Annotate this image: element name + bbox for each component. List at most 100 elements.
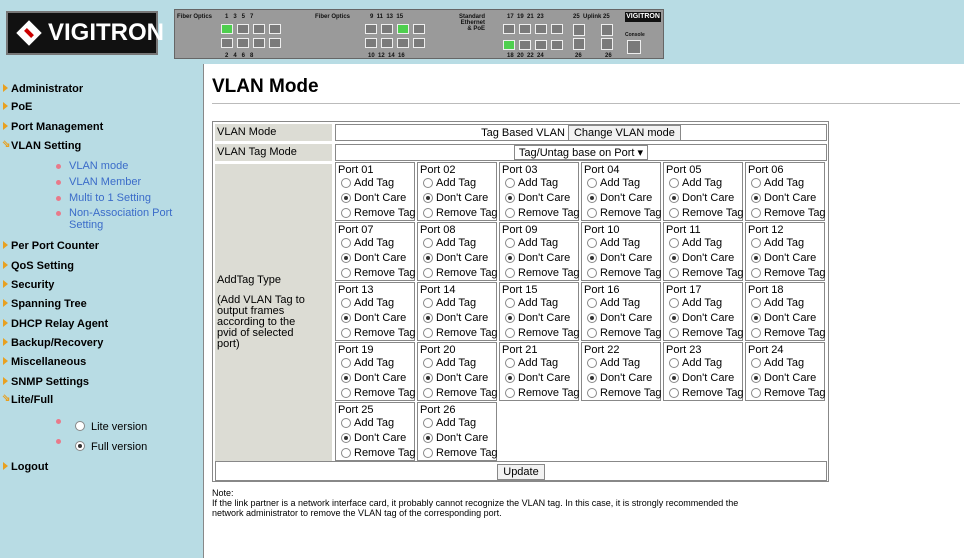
tag-option-add-tag[interactable]: Add Tag bbox=[751, 357, 804, 369]
radio-button[interactable] bbox=[669, 253, 679, 264]
radio-button[interactable] bbox=[341, 358, 351, 369]
radio-button[interactable] bbox=[669, 358, 679, 369]
radio-button[interactable] bbox=[423, 388, 433, 399]
radio-button[interactable] bbox=[423, 433, 433, 444]
radio-button[interactable] bbox=[423, 298, 433, 309]
radio-button[interactable] bbox=[505, 388, 515, 399]
tag-option-remove-tag[interactable]: Remove Tag bbox=[505, 207, 580, 219]
radio-button[interactable] bbox=[669, 268, 679, 279]
tag-option-remove-tag[interactable]: Remove Tag bbox=[341, 447, 416, 459]
radio-button[interactable] bbox=[587, 193, 597, 204]
radio-button[interactable] bbox=[587, 328, 597, 339]
radio-button[interactable] bbox=[751, 193, 761, 204]
radio-button[interactable] bbox=[587, 178, 597, 189]
sidebar-item-backup-recovery[interactable]: Backup/Recovery bbox=[0, 335, 204, 353]
radio-button[interactable] bbox=[341, 253, 351, 264]
radio-button[interactable] bbox=[587, 253, 597, 264]
sidebar-item-administrator[interactable]: Administrator bbox=[0, 81, 204, 99]
tag-option-add-tag[interactable]: Add Tag bbox=[341, 417, 394, 429]
tag-option-add-tag[interactable]: Add Tag bbox=[751, 177, 804, 189]
radio-button[interactable] bbox=[751, 268, 761, 279]
sidebar-item-security[interactable]: Security bbox=[0, 277, 204, 295]
radio-button[interactable] bbox=[669, 193, 679, 204]
sidebar-item-port-management[interactable]: Port Management bbox=[0, 119, 204, 137]
vlan-tag-mode-select[interactable]: Tag/Untag base on Port ▾ bbox=[513, 145, 649, 160]
radio-button[interactable] bbox=[505, 178, 515, 189]
sidebar-item-vlan-setting[interactable]: ⇘ VLAN Setting bbox=[0, 138, 204, 156]
radio-button[interactable] bbox=[423, 448, 433, 459]
tag-option-add-tag[interactable]: Add Tag bbox=[751, 237, 804, 249]
sidebar-item-logout[interactable]: Logout bbox=[0, 459, 204, 477]
tag-option-don-t-care[interactable]: Don't Care bbox=[341, 252, 406, 264]
radio-button[interactable] bbox=[751, 373, 761, 384]
tag-option-don-t-care[interactable]: Don't Care bbox=[751, 252, 816, 264]
radio-button[interactable] bbox=[751, 208, 761, 219]
radio-button[interactable] bbox=[341, 313, 351, 324]
tag-option-add-tag[interactable]: Add Tag bbox=[505, 237, 558, 249]
tag-option-add-tag[interactable]: Add Tag bbox=[587, 237, 640, 249]
tag-option-add-tag[interactable]: Add Tag bbox=[669, 357, 722, 369]
tag-option-remove-tag[interactable]: Remove Tag bbox=[341, 207, 416, 219]
radio-button[interactable] bbox=[423, 328, 433, 339]
tag-option-don-t-care[interactable]: Don't Care bbox=[669, 252, 734, 264]
radio-button[interactable] bbox=[587, 208, 597, 219]
radio-button[interactable] bbox=[751, 238, 761, 249]
radio-button[interactable] bbox=[505, 373, 515, 384]
radio-button[interactable] bbox=[341, 238, 351, 249]
version-radio[interactable] bbox=[75, 441, 85, 451]
tag-option-remove-tag[interactable]: Remove Tag bbox=[669, 327, 744, 339]
radio-button[interactable] bbox=[505, 298, 515, 309]
radio-button[interactable] bbox=[423, 268, 433, 279]
radio-button[interactable] bbox=[751, 358, 761, 369]
radio-button[interactable] bbox=[505, 253, 515, 264]
tag-option-remove-tag[interactable]: Remove Tag bbox=[341, 267, 416, 279]
radio-button[interactable] bbox=[341, 448, 351, 459]
radio-button[interactable] bbox=[341, 373, 351, 384]
radio-button[interactable] bbox=[341, 268, 351, 279]
tag-option-don-t-care[interactable]: Don't Care bbox=[751, 192, 816, 204]
radio-button[interactable] bbox=[751, 313, 761, 324]
radio-button[interactable] bbox=[751, 388, 761, 399]
tag-option-don-t-care[interactable]: Don't Care bbox=[587, 312, 652, 324]
radio-button[interactable] bbox=[505, 328, 515, 339]
tag-option-don-t-care[interactable]: Don't Care bbox=[505, 192, 570, 204]
sidebar-item-dhcp-relay-agent[interactable]: DHCP Relay Agent bbox=[0, 316, 204, 334]
tag-option-don-t-care[interactable]: Don't Care bbox=[587, 252, 652, 264]
tag-option-don-t-care[interactable]: Don't Care bbox=[587, 192, 652, 204]
tag-option-add-tag[interactable]: Add Tag bbox=[751, 297, 804, 309]
radio-button[interactable] bbox=[587, 238, 597, 249]
radio-button[interactable] bbox=[423, 208, 433, 219]
radio-button[interactable] bbox=[423, 178, 433, 189]
tag-option-add-tag[interactable]: Add Tag bbox=[587, 357, 640, 369]
tag-option-add-tag[interactable]: Add Tag bbox=[341, 297, 394, 309]
tag-option-add-tag[interactable]: Add Tag bbox=[423, 177, 476, 189]
tag-option-remove-tag[interactable]: Remove Tag bbox=[751, 267, 826, 279]
sidebar-item-qos-setting[interactable]: QoS Setting bbox=[0, 258, 204, 276]
tag-option-remove-tag[interactable]: Remove Tag bbox=[669, 207, 744, 219]
radio-button[interactable] bbox=[751, 253, 761, 264]
radio-button[interactable] bbox=[505, 238, 515, 249]
tag-option-don-t-care[interactable]: Don't Care bbox=[341, 192, 406, 204]
tag-option-don-t-care[interactable]: Don't Care bbox=[341, 432, 406, 444]
tag-option-remove-tag[interactable]: Remove Tag bbox=[669, 267, 744, 279]
tag-option-remove-tag[interactable]: Remove Tag bbox=[587, 327, 662, 339]
version-radio[interactable] bbox=[75, 421, 85, 431]
tag-option-don-t-care[interactable]: Don't Care bbox=[505, 312, 570, 324]
radio-button[interactable] bbox=[423, 253, 433, 264]
tag-option-add-tag[interactable]: Add Tag bbox=[423, 237, 476, 249]
sidebar-item-lite-full[interactable]: ⇘ Lite/Full bbox=[0, 392, 204, 410]
tag-option-add-tag[interactable]: Add Tag bbox=[669, 177, 722, 189]
tag-option-don-t-care[interactable]: Don't Care bbox=[423, 312, 488, 324]
tag-option-add-tag[interactable]: Add Tag bbox=[341, 177, 394, 189]
tag-option-remove-tag[interactable]: Remove Tag bbox=[505, 387, 580, 399]
tag-option-remove-tag[interactable]: Remove Tag bbox=[751, 207, 826, 219]
tag-option-add-tag[interactable]: Add Tag bbox=[341, 357, 394, 369]
radio-button[interactable] bbox=[505, 208, 515, 219]
tag-option-don-t-care[interactable]: Don't Care bbox=[341, 312, 406, 324]
tag-option-remove-tag[interactable]: Remove Tag bbox=[751, 327, 826, 339]
tag-option-don-t-care[interactable]: Don't Care bbox=[423, 192, 488, 204]
tag-option-add-tag[interactable]: Add Tag bbox=[587, 297, 640, 309]
sidebar-item-poe[interactable]: PoE bbox=[0, 99, 204, 117]
tag-option-remove-tag[interactable]: Remove Tag bbox=[587, 267, 662, 279]
radio-button[interactable] bbox=[423, 313, 433, 324]
